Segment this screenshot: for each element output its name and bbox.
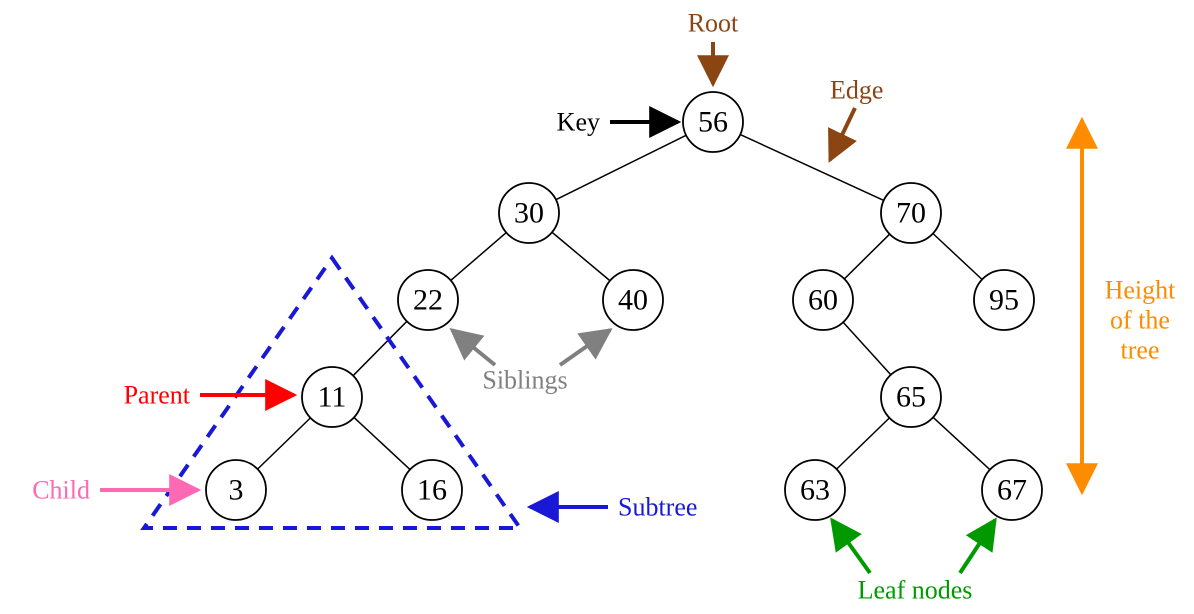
height-label-3: tree: [1121, 336, 1160, 365]
leaf-arrow-right: [960, 520, 995, 573]
subtree-label: Subtree: [618, 493, 697, 522]
siblings-arrow-right: [560, 330, 610, 365]
tree-node-value: 95: [989, 284, 1019, 317]
tree-node-value: 65: [896, 381, 926, 414]
key-label: Key: [557, 108, 600, 137]
edge-label: Edge: [830, 76, 883, 105]
tree-node-value: 16: [417, 474, 447, 507]
parent-label: Parent: [124, 381, 191, 410]
tree-node-value: 11: [318, 381, 347, 414]
tree-edge: [552, 232, 610, 281]
root-label: Root: [688, 9, 739, 38]
siblings-label: Siblings: [482, 366, 567, 395]
tree-node-value: 67: [997, 474, 1027, 507]
tree-node-value: 63: [800, 474, 830, 507]
tree-edge: [843, 322, 891, 375]
tree-edge: [837, 418, 890, 469]
tree-edge: [354, 417, 410, 469]
height-label-1: Height: [1105, 276, 1177, 305]
tree-node-value: 22: [413, 284, 443, 317]
tree-nodes: 56 30 70 22 40 60 95 11 65 3 16 63 67: [206, 92, 1042, 520]
tree-node-value: 70: [896, 197, 926, 230]
leaf-label: Leaf nodes: [858, 576, 973, 605]
tree-node-value: 60: [808, 284, 838, 317]
tree-edge: [258, 418, 311, 469]
leaf-arrow-left: [832, 520, 870, 573]
tree-edge: [844, 234, 889, 279]
tree-edge: [353, 321, 407, 375]
tree-node-value: 40: [618, 284, 648, 317]
tree-edge: [556, 135, 686, 199]
tree-node-value: 56: [698, 106, 728, 139]
siblings-arrow-left: [452, 330, 495, 365]
tree-diagram: 5630702240609511653166367 Root Edge Key …: [0, 0, 1194, 614]
edge-arrow: [830, 108, 855, 160]
child-label: Child: [32, 476, 90, 505]
tree-node-value: 3: [229, 474, 244, 507]
tree-edge: [740, 135, 883, 201]
height-label-2: of the: [1110, 306, 1170, 335]
tree-edge: [451, 233, 507, 281]
tree-edge: [933, 417, 990, 469]
tree-edge: [933, 233, 982, 279]
tree-node-value: 30: [514, 197, 544, 230]
